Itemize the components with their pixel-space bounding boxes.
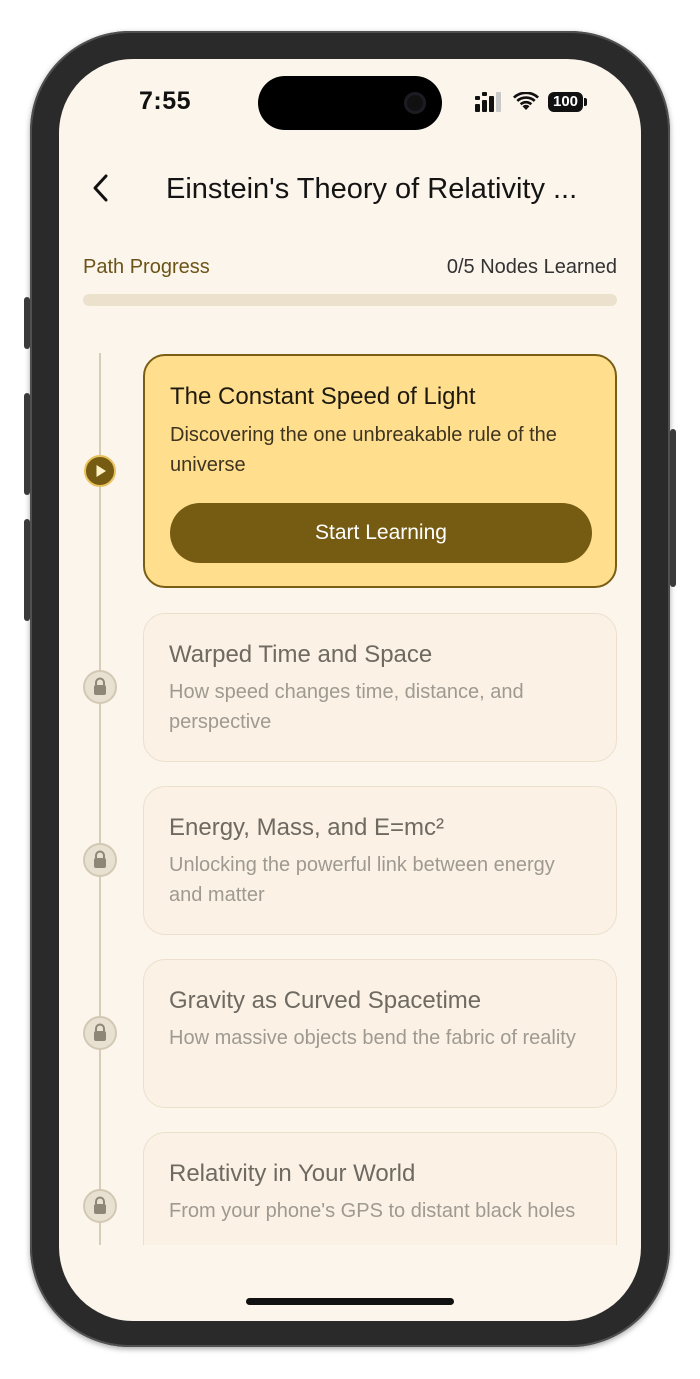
power-button xyxy=(670,429,676,587)
node-title: Warped Time and Space xyxy=(169,641,433,668)
app-screen: 7:55 100 Einstein's Theory of Relativity… xyxy=(59,59,641,1321)
action-button xyxy=(24,297,30,349)
play-icon[interactable] xyxy=(84,455,116,487)
lock-icon xyxy=(83,1016,117,1050)
volume-up-button xyxy=(24,393,30,495)
node-card-5[interactable]: Relativity in Your World From your phone… xyxy=(143,1132,617,1245)
node-title: The Constant Speed of Light xyxy=(170,383,476,410)
node-card-2[interactable]: Warped Time and Space How speed changes … xyxy=(143,613,617,762)
node-title: Relativity in Your World xyxy=(169,1160,416,1187)
start-learning-button[interactable]: Start Learning xyxy=(170,503,592,563)
node-title: Gravity as Curved Spacetime xyxy=(169,987,482,1014)
node-description: Unlocking the powerful link between ener… xyxy=(169,854,555,906)
node-description: How massive objects bend the fabric of r… xyxy=(169,1027,576,1049)
node-description: From your phone's GPS to distant black h… xyxy=(169,1200,576,1222)
node-description: How speed changes time, distance, and pe… xyxy=(169,681,524,733)
node-description: Discovering the one unbreakable rule of … xyxy=(170,424,557,476)
home-indicator[interactable] xyxy=(246,1298,454,1305)
volume-down-button xyxy=(24,519,30,621)
node-card-4[interactable]: Gravity as Curved Spacetime How massive … xyxy=(143,959,617,1108)
node-card-1[interactable]: The Constant Speed of Light Discovering … xyxy=(143,354,617,588)
node-title: Energy, Mass, and E=mc² xyxy=(169,814,444,841)
learning-path-list[interactable]: The Constant Speed of Light Discovering … xyxy=(59,59,641,1245)
lock-icon xyxy=(83,1189,117,1223)
node-card-3[interactable]: Energy, Mass, and E=mc² Unlocking the po… xyxy=(143,786,617,935)
lock-icon xyxy=(83,843,117,877)
lock-icon xyxy=(83,670,117,704)
